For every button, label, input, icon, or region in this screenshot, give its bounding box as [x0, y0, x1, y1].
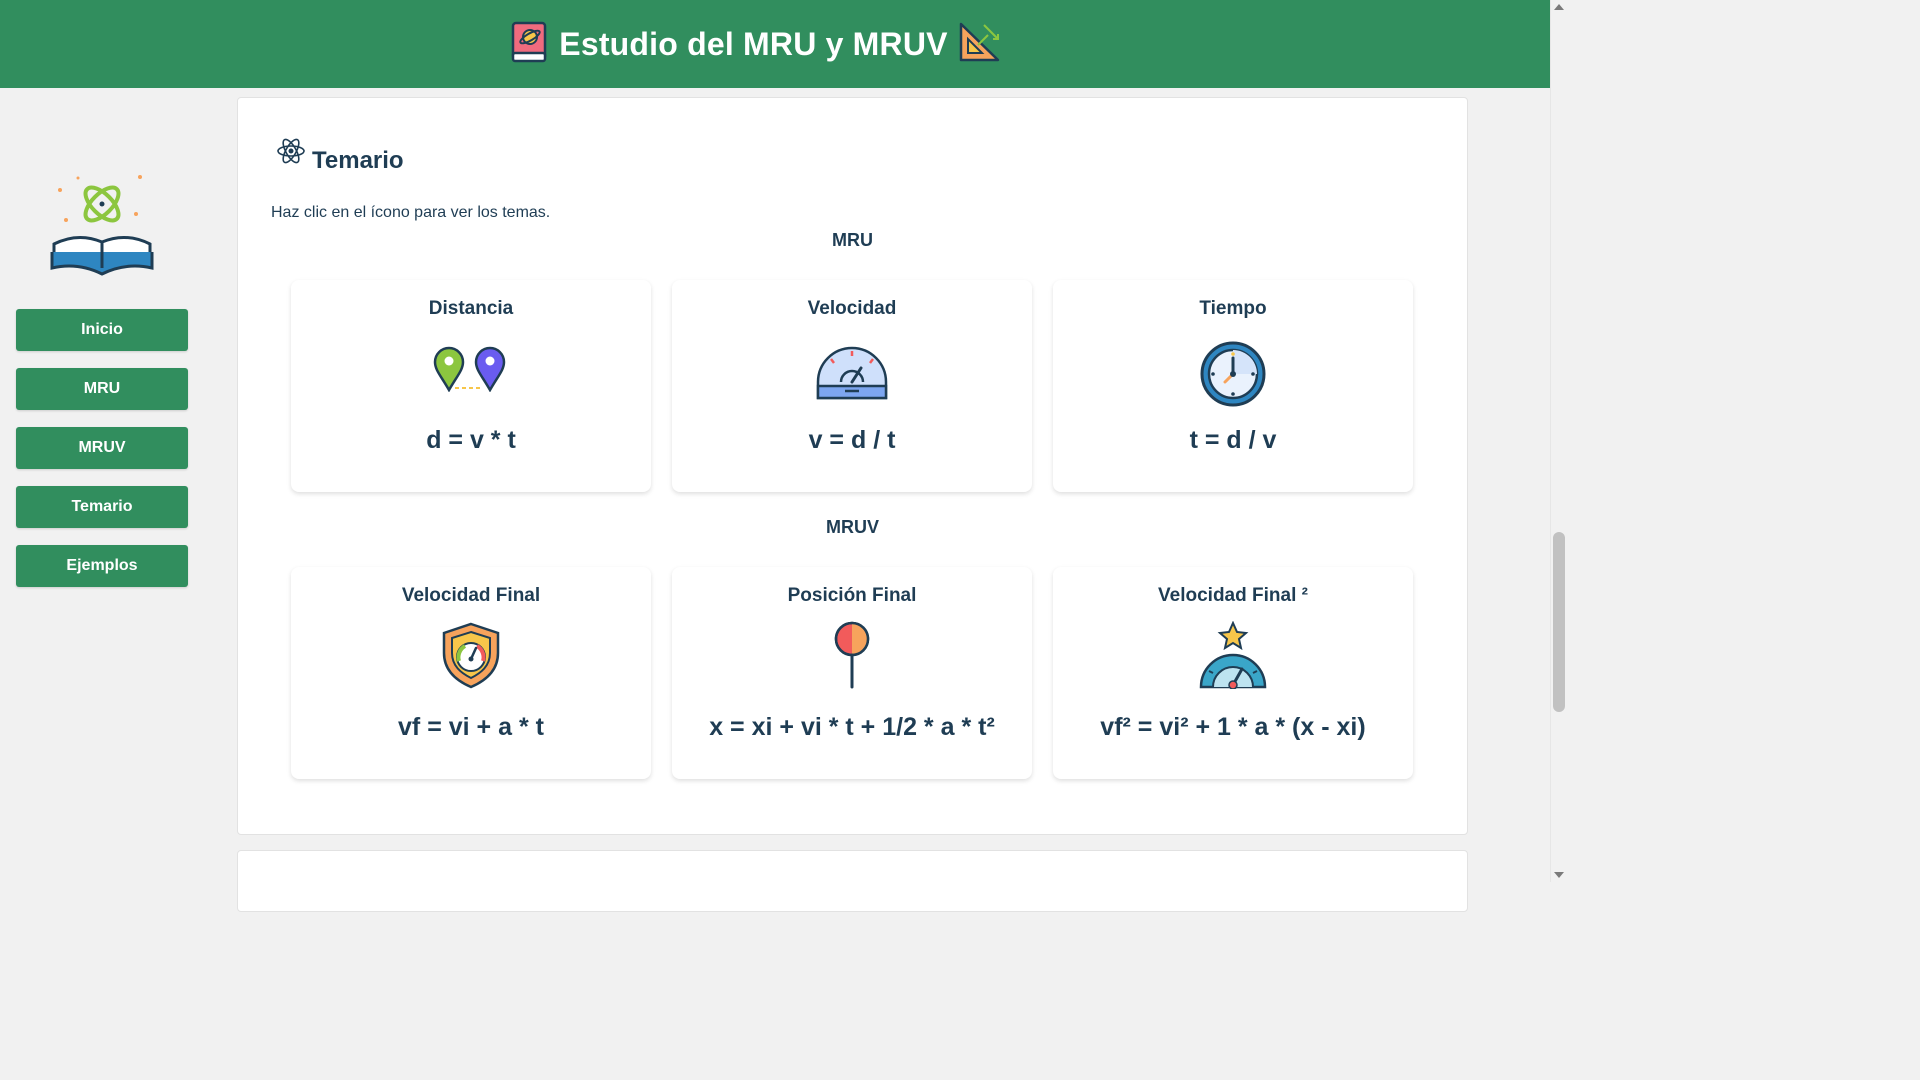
- group-label-mru: MRU: [832, 230, 873, 250]
- topic-card-velocidad[interactable]: Velocidad v = d / t: [672, 280, 1032, 492]
- book-icon: [509, 21, 549, 68]
- sidebar-item-mru[interactable]: MRU: [16, 368, 188, 410]
- sidebar: Inicio MRU MRUV Temario Ejemplos: [0, 88, 204, 882]
- section-title: Temario: [312, 147, 404, 174]
- topic-name: Distancia: [428, 298, 514, 319]
- sidebar-item-inicio[interactable]: Inicio: [16, 309, 188, 351]
- clock-icon[interactable]: [1199, 340, 1267, 413]
- pin-icon[interactable]: [832, 621, 872, 694]
- topic-name: Velocidad Final ²: [1158, 585, 1308, 606]
- sidebar-item-ejemplos[interactable]: Ejemplos: [16, 545, 188, 587]
- topic-formula: d = v * t: [426, 426, 516, 454]
- topic-name: Posición Final: [787, 585, 917, 606]
- topic-card-velocidad-final[interactable]: Velocidad Final vf = vi + a * t: [291, 567, 651, 779]
- speedometer-icon[interactable]: [815, 346, 889, 407]
- map-pins-icon[interactable]: [433, 346, 509, 397]
- topic-card-distancia[interactable]: Distancia d = v * t: [291, 280, 651, 492]
- scrollbar-thumb[interactable]: [1553, 532, 1565, 712]
- scroll-up-arrow-icon[interactable]: [1554, 4, 1564, 10]
- instruction-text: Haz clic en el ícono para ver los temas.: [271, 204, 551, 221]
- topic-formula: v = d / t: [808, 426, 896, 454]
- topic-formula: vf = vi + a * t: [398, 713, 544, 741]
- topic-name: Velocidad: [807, 298, 897, 319]
- scroll-down-arrow-icon[interactable]: [1554, 872, 1564, 878]
- triangle-ruler-icon: [958, 21, 1002, 68]
- next-section: [237, 850, 1468, 912]
- topic-formula: vf² = vi² + 1 * a * (x - xi): [1100, 713, 1366, 741]
- sidebar-item-temario[interactable]: Temario: [16, 486, 188, 528]
- group-label-mruv: MRUV: [826, 517, 879, 537]
- page-scrollbar[interactable]: [1550, 0, 1568, 882]
- sidebar-item-mruv[interactable]: MRUV: [16, 427, 188, 469]
- page-header: Estudio del MRU y MRUV: [0, 0, 1551, 88]
- topic-card-tiempo[interactable]: Tiempo t = d / v: [1053, 280, 1413, 492]
- topic-card-posicion-final[interactable]: Posición Final x = xi + vi * t + 1/2 * a…: [672, 567, 1032, 779]
- topic-name: Velocidad Final: [401, 585, 541, 606]
- atom-icon: [276, 136, 306, 171]
- temario-section: Temario Haz clic en el ícono para ver lo…: [237, 97, 1468, 835]
- topic-formula: x = xi + vi * t + 1/2 * a * t²: [709, 713, 995, 741]
- topic-formula: t = d / v: [1189, 426, 1277, 454]
- atom-book-icon: [48, 172, 158, 283]
- star-gauge-icon[interactable]: [1198, 620, 1268, 694]
- topic-card-velocidad-final-cuadrado[interactable]: Velocidad Final ² vf² = vi² + 1 * a * (x…: [1053, 567, 1413, 779]
- topic-name: Tiempo: [1199, 298, 1267, 319]
- shield-gauge-icon[interactable]: [440, 621, 502, 694]
- page-title: Estudio del MRU y MRUV: [559, 25, 948, 62]
